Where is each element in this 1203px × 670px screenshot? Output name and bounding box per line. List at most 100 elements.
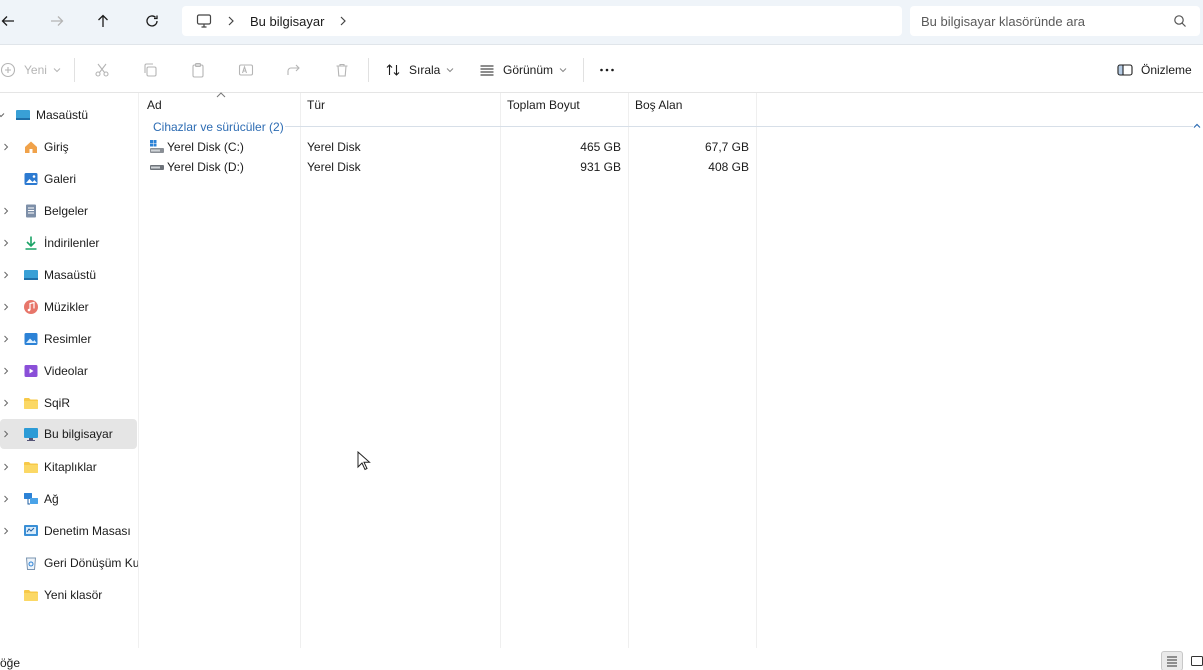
chevron-right-icon[interactable] bbox=[2, 143, 10, 151]
sidebar-item-recycle-bin[interactable]: Geri Dönüşüm Ku bbox=[0, 549, 139, 577]
chevron-right-icon[interactable] bbox=[2, 430, 10, 438]
sidebar-item-control-panel[interactable]: Denetim Masası bbox=[0, 517, 137, 545]
drive-free-space: 67,7 GB bbox=[704, 140, 749, 154]
share-button[interactable] bbox=[286, 58, 302, 82]
drive-name: Yerel Disk (C:) bbox=[167, 140, 244, 154]
mouse-cursor-icon bbox=[357, 451, 371, 471]
sidebar-item-videos[interactable]: Videolar bbox=[0, 357, 137, 385]
desktop-icon bbox=[24, 270, 38, 280]
column-header-total-size[interactable]: Toplam Boyut bbox=[507, 93, 627, 117]
view-list-icon bbox=[480, 65, 494, 76]
toolbar-divider bbox=[74, 58, 75, 82]
sidebar-item-label: Yeni klasör bbox=[44, 588, 103, 602]
toolbar-divider bbox=[368, 58, 369, 82]
download-icon bbox=[25, 236, 37, 250]
sidebar-item-pictures[interactable]: Resimler bbox=[0, 325, 137, 353]
sidebar-item-label: Resimler bbox=[44, 332, 92, 346]
sidebar-item-masaustu-root[interactable]: Masaüstü bbox=[0, 101, 137, 129]
sidebar-item-label: Masaüstü bbox=[36, 108, 89, 122]
back-arrow-icon bbox=[1, 16, 14, 26]
address-bar[interactable]: Bu bilgisayar bbox=[182, 6, 902, 36]
view-label: Görünüm bbox=[503, 63, 554, 77]
refresh-button[interactable] bbox=[138, 7, 166, 35]
delete-button[interactable] bbox=[334, 58, 350, 82]
details-view-button[interactable] bbox=[1161, 651, 1183, 670]
sidebar-item-label: İndirilenler bbox=[44, 236, 100, 250]
chevron-right-icon[interactable] bbox=[2, 303, 10, 311]
more-icon bbox=[600, 68, 614, 72]
chevron-right-icon[interactable] bbox=[2, 271, 10, 279]
sidebar-item-documents[interactable]: Belgeler bbox=[0, 197, 137, 225]
sidebar-item-gallery[interactable]: Galeri bbox=[0, 165, 137, 193]
computer-icon bbox=[24, 428, 38, 441]
more-options-button[interactable] bbox=[599, 58, 615, 82]
sidebar-item-network[interactable]: Ağ bbox=[0, 485, 137, 513]
chevron-right-icon[interactable] bbox=[2, 463, 10, 471]
preview-pane-icon bbox=[1117, 64, 1133, 76]
chevron-right-icon[interactable] bbox=[338, 16, 348, 26]
table-row[interactable]: Yerel Disk (C:) Yerel Disk 465 GB 67,7 G… bbox=[139, 137, 759, 157]
search-box[interactable]: Bu bilgisayar klasöründe ara bbox=[910, 6, 1200, 36]
control-panel-icon bbox=[24, 525, 38, 536]
sidebar-item-label: Masaüstü bbox=[44, 268, 97, 282]
cut-button[interactable] bbox=[94, 58, 110, 82]
sidebar-item-sqir[interactable]: SqiR bbox=[0, 389, 137, 417]
tiles-view-button[interactable] bbox=[1186, 651, 1203, 670]
sidebar-item-downloads[interactable]: İndirilenler bbox=[0, 229, 137, 257]
chevron-up-icon[interactable] bbox=[1193, 122, 1201, 130]
sidebar-item-label: Bu bilgisayar bbox=[44, 427, 113, 441]
drive-type: Yerel Disk bbox=[307, 160, 361, 174]
sidebar-item-label: Denetim Masası bbox=[44, 524, 131, 538]
pictures-icon bbox=[24, 333, 38, 345]
scissors-icon bbox=[95, 63, 109, 77]
preview-pane-button[interactable]: Önizleme bbox=[1117, 58, 1192, 82]
chevron-down-icon[interactable] bbox=[0, 111, 5, 119]
copy-icon bbox=[144, 63, 157, 77]
copy-button[interactable] bbox=[142, 58, 158, 82]
rename-button[interactable] bbox=[238, 58, 254, 82]
sidebar-item-label: Galeri bbox=[44, 172, 77, 186]
sidebar-item-home[interactable]: Giriş bbox=[0, 133, 137, 161]
sidebar-item-this-pc[interactable]: Bu bilgisayar bbox=[0, 419, 137, 449]
sidebar-item-new-folder[interactable]: Yeni klasör bbox=[0, 581, 137, 609]
sidebar-item-label: Ağ bbox=[44, 492, 59, 506]
paste-button[interactable] bbox=[190, 58, 206, 82]
search-input[interactable]: Bu bilgisayar klasöründe ara bbox=[921, 14, 1173, 29]
sidebar-item-music[interactable]: Müzikler bbox=[0, 293, 137, 321]
breadcrumb-item[interactable]: Bu bilgisayar bbox=[250, 14, 324, 29]
chevron-right-icon[interactable] bbox=[2, 335, 10, 343]
group-divider bbox=[285, 126, 1193, 127]
group-header[interactable]: Cihazlar ve sürücüler (2) bbox=[153, 120, 284, 134]
chevron-right-icon[interactable] bbox=[2, 495, 10, 503]
column-header-label: Boş Alan bbox=[635, 98, 683, 112]
folder-icon bbox=[24, 398, 38, 409]
back-button[interactable] bbox=[0, 7, 22, 35]
view-button[interactable]: Görünüm bbox=[479, 58, 567, 82]
status-bar: öğe bbox=[0, 648, 1203, 670]
sidebar-item-desktop[interactable]: Masaüstü bbox=[0, 261, 137, 289]
forward-button[interactable] bbox=[43, 7, 71, 35]
drive-total-size: 931 GB bbox=[580, 160, 621, 174]
up-button[interactable] bbox=[89, 7, 117, 35]
chevron-down-icon bbox=[559, 68, 567, 73]
new-button[interactable]: Yeni bbox=[0, 58, 61, 82]
gallery-icon bbox=[24, 173, 38, 185]
column-header-free-space[interactable]: Boş Alan bbox=[635, 93, 755, 117]
table-row[interactable]: Yerel Disk (D:) Yerel Disk 931 GB 408 GB bbox=[139, 157, 759, 177]
drive-type: Yerel Disk bbox=[307, 140, 361, 154]
chevron-right-icon[interactable] bbox=[2, 527, 10, 535]
chevron-right-icon[interactable] bbox=[2, 239, 10, 247]
sort-button[interactable]: Sırala bbox=[385, 58, 454, 82]
column-header-type[interactable]: Tür bbox=[307, 93, 497, 117]
navigation-pane: Masaüstü Giriş Galeri Belgeler İndirilen… bbox=[0, 93, 139, 648]
chevron-down-icon bbox=[53, 68, 61, 73]
sidebar-item-libraries[interactable]: Kitaplıklar bbox=[0, 453, 137, 481]
computer-icon bbox=[196, 14, 212, 28]
recycle-bin-icon bbox=[25, 557, 37, 570]
chevron-right-icon[interactable] bbox=[2, 367, 10, 375]
chevron-right-icon[interactable] bbox=[2, 207, 10, 215]
folder-icon bbox=[24, 462, 38, 473]
chevron-right-icon[interactable] bbox=[2, 399, 10, 407]
column-header-name[interactable]: Ad bbox=[147, 93, 297, 117]
chevron-right-icon[interactable] bbox=[226, 16, 236, 26]
